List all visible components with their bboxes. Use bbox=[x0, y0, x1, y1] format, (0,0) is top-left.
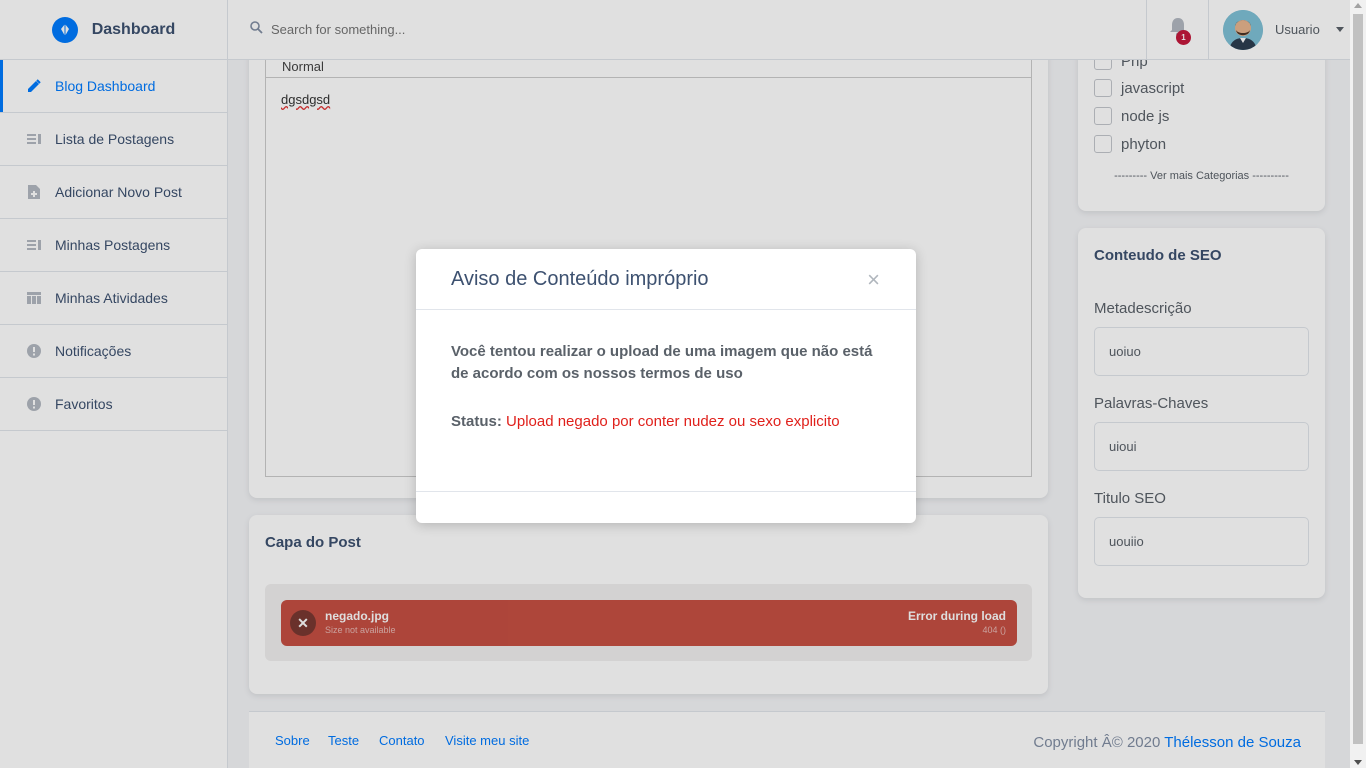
content-warning-modal: Aviso de Conteúdo impróprio × Você tento… bbox=[416, 249, 916, 523]
close-icon[interactable]: × bbox=[867, 267, 880, 293]
modal-title: Aviso de Conteúdo impróprio bbox=[451, 267, 709, 290]
modal-header: Aviso de Conteúdo impróprio × bbox=[416, 249, 916, 310]
scrollbar[interactable] bbox=[1350, 0, 1366, 768]
scroll-up-arrow-icon[interactable] bbox=[1354, 3, 1362, 8]
modal-body: Você tentou realizar o upload de uma ima… bbox=[416, 310, 916, 492]
modal-status: Status: Upload negado por conter nudez o… bbox=[451, 413, 881, 430]
modal-message: Você tentou realizar o upload de uma ima… bbox=[451, 343, 873, 382]
scrollbar-thumb[interactable] bbox=[1353, 14, 1363, 744]
status-value: Upload negado por conter nudez ou sexo e… bbox=[506, 413, 840, 430]
status-label: Status: bbox=[451, 413, 502, 430]
scroll-down-arrow-icon[interactable] bbox=[1354, 760, 1362, 765]
